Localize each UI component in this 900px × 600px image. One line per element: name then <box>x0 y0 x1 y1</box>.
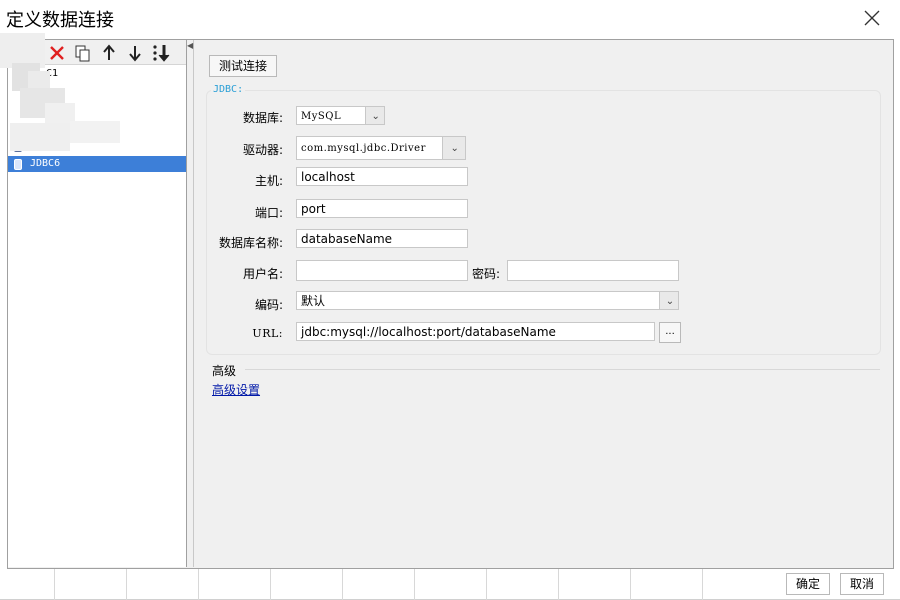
window-title: 定义数据连接 <box>6 10 114 31</box>
connection-item[interactable]: e. <box>8 138 186 154</box>
move-down-icon[interactable] <box>124 42 146 64</box>
database-label: 数据库: <box>242 111 283 125</box>
chevron-down-icon[interactable]: ⌄ <box>442 137 465 159</box>
connection-toolbar <box>8 40 186 65</box>
cancel-button[interactable]: 取消 <box>840 573 884 595</box>
connection-list <box>8 40 187 567</box>
database-value: MySQL <box>301 111 342 122</box>
advanced-settings-link[interactable]: 高级设置 <box>212 381 260 398</box>
collapse-arrow-icon[interactable]: ◀ <box>187 41 193 50</box>
advanced-heading: 高级 <box>212 364 237 378</box>
driver-value: com.mysql.jdbc.Driver <box>301 143 426 154</box>
divider <box>245 369 880 370</box>
copy-icon[interactable] <box>72 42 94 64</box>
encoding-label: 编码: <box>254 298 283 312</box>
port-input[interactable]: port <box>296 199 468 218</box>
database-icon <box>14 141 22 152</box>
jdbc-group-label: JDBC: <box>211 84 246 95</box>
port-label: 端口: <box>254 206 283 220</box>
database-name-input[interactable]: databaseName <box>296 229 468 248</box>
delete-icon[interactable] <box>46 42 68 64</box>
driver-label: 驱动器: <box>242 143 283 157</box>
encoding-select[interactable]: 默认 ⌄ <box>296 291 679 310</box>
chevron-down-icon[interactable]: ⌄ <box>659 292 678 309</box>
connection-item[interactable]: C1 <box>8 66 186 82</box>
driver-select[interactable]: com.mysql.jdbc.Driver ⌄ <box>296 136 466 160</box>
connection-label: C1 <box>46 68 59 79</box>
title-bar <box>0 0 900 38</box>
url-input[interactable]: jdbc:mysql://localhost:port/databaseName <box>296 322 655 341</box>
database-select[interactable]: MySQL ⌄ <box>296 106 385 125</box>
sort-icon[interactable] <box>150 42 172 64</box>
connection-label: JDBC6 <box>30 158 61 169</box>
close-icon <box>864 10 880 26</box>
url-label: URL: <box>252 327 283 340</box>
encoding-value: 默认 <box>301 294 326 308</box>
password-input[interactable] <box>507 260 679 281</box>
splitter[interactable] <box>187 40 194 567</box>
database-name-label: 数据库名称: <box>218 236 283 250</box>
chevron-down-icon[interactable]: ⌄ <box>365 107 384 124</box>
background-grid <box>0 568 900 600</box>
url-more-button[interactable]: ... <box>659 322 681 343</box>
host-label: 主机: <box>254 174 283 188</box>
move-up-icon[interactable] <box>98 42 120 64</box>
username-input[interactable] <box>296 260 468 281</box>
jdbc-group <box>206 90 881 355</box>
ok-button[interactable]: 确定 <box>786 573 830 595</box>
test-connection-button[interactable]: 测试连接 <box>209 55 277 77</box>
database-icon <box>14 159 22 170</box>
connection-item-selected[interactable]: JDBC6 <box>8 156 186 172</box>
connection-label: e. <box>30 140 43 151</box>
password-label: 密码: <box>472 267 501 281</box>
close-button[interactable] <box>857 4 887 32</box>
host-input[interactable]: localhost <box>296 167 468 186</box>
username-label: 用户名: <box>242 267 283 281</box>
